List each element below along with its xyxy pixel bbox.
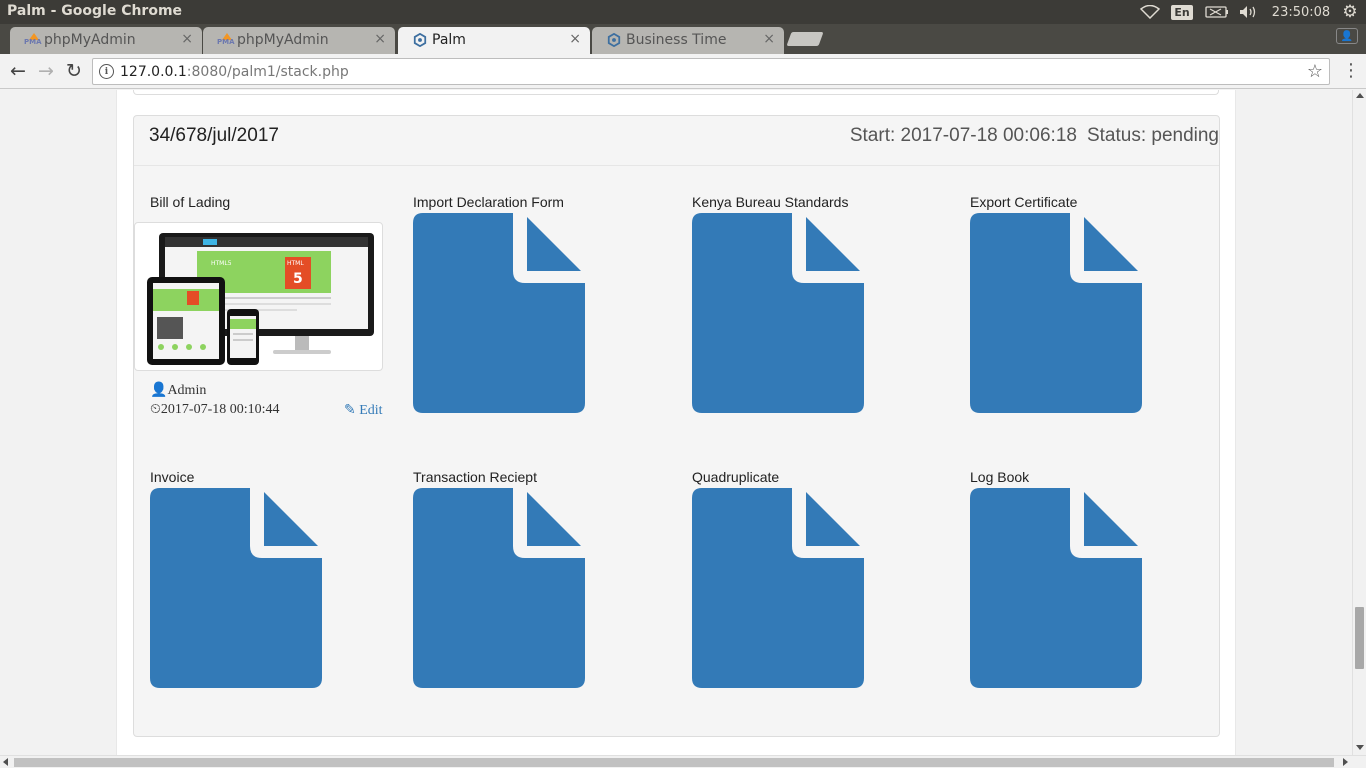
business-time-hex-favicon-icon	[607, 33, 621, 47]
stack-reference: 34/678/jul/2017	[149, 125, 279, 146]
page-viewport: 34/678/jul/2017 Start: 2017-07-18 00:06:…	[0, 90, 1352, 755]
tab-title: phpMyAdmin	[237, 32, 329, 48]
file-icon[interactable]	[970, 213, 1142, 413]
file-icon[interactable]	[692, 213, 864, 413]
os-top-bar: Palm - Google Chrome En 23:50:08 ⚙	[0, 0, 1366, 24]
vertical-scrollbar[interactable]	[1352, 90, 1366, 755]
tab-title: Business Time	[626, 32, 727, 48]
browser-toolbar: ← → ↻ i 127.0.0.1:8080/palm1/stack.php ☆…	[0, 54, 1366, 89]
edit-link[interactable]: ✎ Edit	[344, 402, 383, 419]
document-import-declaration-form[interactable]: Import Declaration Form	[413, 194, 613, 424]
back-arrow-icon[interactable]: ←	[6, 60, 30, 82]
tab-close-icon[interactable]: ×	[763, 31, 775, 47]
file-icon[interactable]	[970, 488, 1142, 688]
tab-business-time[interactable]: Business Time ×	[592, 27, 784, 54]
user-icon: 👤	[150, 383, 168, 398]
file-icon[interactable]	[413, 213, 585, 413]
site-info-icon[interactable]: i	[99, 64, 114, 79]
document-invoice[interactable]: Invoice	[150, 469, 350, 699]
uploader: 👤Admin	[150, 383, 207, 398]
tab-palm[interactable]: Palm ×	[398, 27, 590, 54]
tab-close-icon[interactable]: ×	[569, 31, 581, 47]
scroll-down-arrow-icon[interactable]	[1356, 745, 1364, 750]
battery-icon[interactable]	[1204, 0, 1230, 24]
url-text[interactable]: 127.0.0.1:8080/palm1/stack.php	[120, 64, 349, 80]
profile-icon[interactable]: 👤	[1336, 28, 1358, 44]
scroll-up-arrow-icon[interactable]	[1356, 93, 1364, 98]
stack-meta: Start: 2017-07-18 00:06:18 Status: pendin…	[850, 125, 1219, 147]
tab-title: Palm	[432, 32, 466, 48]
tab-strip: PMA phpMyAdmin × PMA phpMyAdmin × Palm ×…	[0, 24, 1366, 54]
file-icon[interactable]	[692, 488, 864, 688]
clock[interactable]: 23:50:08	[1270, 0, 1332, 24]
volume-icon[interactable]	[1238, 0, 1260, 24]
clock-icon: ⏲	[150, 402, 161, 417]
pencil-icon: ✎	[344, 403, 356, 418]
tab-phpmyadmin-1[interactable]: PMA phpMyAdmin ×	[10, 27, 202, 54]
new-tab-button[interactable]	[786, 32, 824, 46]
keyboard-layout-indicator[interactable]: En	[1171, 0, 1193, 24]
document-label: Transaction Reciept	[413, 469, 537, 485]
document-label: Bill of Lading	[150, 194, 231, 210]
tab-close-icon[interactable]: ×	[374, 31, 386, 47]
window-title: Palm - Google Chrome	[7, 3, 183, 19]
page-container: 34/678/jul/2017 Start: 2017-07-18 00:06:…	[116, 90, 1236, 755]
wifi-icon[interactable]	[1138, 0, 1162, 24]
stack-panel-heading: 34/678/jul/2017 Start: 2017-07-18 00:06:…	[134, 116, 1219, 166]
tab-title: phpMyAdmin	[44, 32, 136, 48]
address-bar[interactable]: i 127.0.0.1:8080/palm1/stack.php ☆	[92, 58, 1330, 85]
forward-arrow-icon[interactable]: →	[34, 60, 58, 82]
scroll-left-arrow-icon[interactable]	[3, 758, 8, 766]
document-label: Invoice	[150, 469, 195, 485]
horizontal-scrollbar[interactable]	[0, 755, 1366, 768]
file-icon[interactable]	[150, 488, 322, 688]
browser-menu-icon[interactable]: ⋮	[1342, 60, 1360, 82]
document-label: Kenya Bureau Standards	[692, 194, 849, 210]
document-label: Log Book	[970, 469, 1030, 485]
upload-timestamp: ⏲2017-07-18 00:10:44	[150, 402, 280, 417]
document-transaction-reciept[interactable]: Transaction Reciept	[413, 469, 613, 699]
stack-status: Status: pending	[1086, 125, 1219, 146]
tab-close-icon[interactable]: ×	[181, 31, 193, 47]
stack-start: Start: 2017-07-18 00:06:18	[849, 125, 1077, 146]
document-quadruplicate[interactable]: Quadruplicate	[692, 469, 892, 699]
stack-panel: 34/678/jul/2017 Start: 2017-07-18 00:06:…	[133, 115, 1220, 737]
document-kenya-bureau-standards[interactable]: Kenya Bureau Standards	[692, 194, 892, 424]
svg-text:HTML: HTML	[287, 260, 304, 267]
horizontal-scroll-thumb[interactable]	[14, 758, 1334, 767]
document-bill-of-lading[interactable]: Bill of Lading HTML5 HTML 5 👤Admin ⏲2017…	[134, 194, 410, 424]
document-label: Import Declaration Form	[413, 194, 564, 210]
previous-stack-panel	[133, 90, 1219, 95]
vertical-scroll-thumb[interactable]	[1355, 607, 1364, 669]
file-icon[interactable]	[413, 488, 585, 688]
scroll-right-arrow-icon[interactable]	[1343, 758, 1348, 766]
phpmyadmin-favicon-text: PMA	[217, 38, 235, 46]
palm-hex-favicon-icon	[413, 33, 427, 47]
bookmark-star-icon[interactable]: ☆	[1307, 61, 1323, 82]
phpmyadmin-favicon-text: PMA	[24, 38, 42, 46]
tab-phpmyadmin-2[interactable]: PMA phpMyAdmin ×	[203, 27, 395, 54]
svg-text:5: 5	[293, 271, 303, 287]
document-preview-image[interactable]: HTML5 HTML 5	[134, 222, 383, 371]
reload-icon[interactable]: ↻	[62, 60, 86, 82]
document-export-certificate[interactable]: Export Certificate	[970, 194, 1170, 424]
document-label: Export Certificate	[970, 194, 1078, 210]
document-label: Quadruplicate	[692, 469, 780, 485]
gear-icon[interactable]: ⚙	[1338, 0, 1362, 24]
document-log-book[interactable]: Log Book	[970, 469, 1170, 699]
svg-text:HTML5: HTML5	[211, 260, 232, 267]
